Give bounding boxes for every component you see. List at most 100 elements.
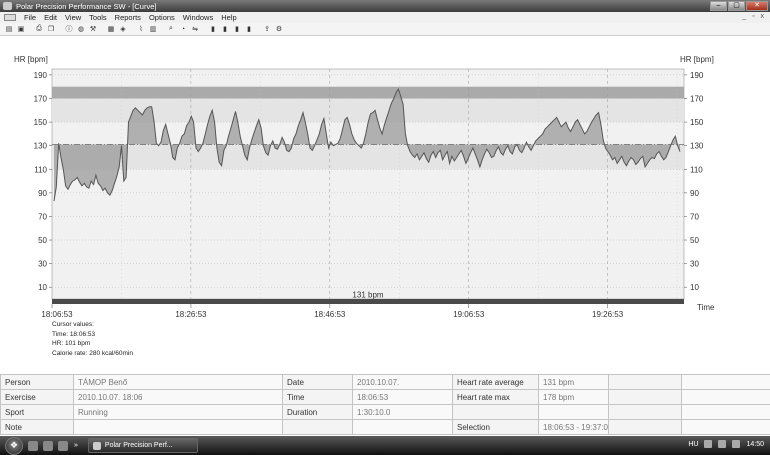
curve-panel: 131 bpm 10 10 30 30 50 50 70 70 90 90 110 110 130 130 1… <box>0 37 770 369</box>
compare-icon[interactable]: ⇋ <box>190 25 200 34</box>
bar-chart2-icon[interactable]: ▮ <box>220 25 230 34</box>
info-value[interactable] <box>73 419 283 435</box>
taskbar-app-button[interactable]: Polar Precision Perf... <box>87 438 198 453</box>
info-value[interactable] <box>352 419 453 435</box>
info-label: Date <box>282 374 353 390</box>
menu-help[interactable]: Help <box>217 13 240 22</box>
window-controls: – ▢ ✕ <box>710 1 768 11</box>
info-row: Person TÁMOP Benő Date 2010.10.07. Heart rat… <box>0 374 770 390</box>
info-label: Selection <box>452 419 539 435</box>
info-value[interactable] <box>681 404 770 420</box>
save-icon[interactable]: ▣ <box>16 25 26 34</box>
hr-chart[interactable]: 131 bpm 10 10 30 30 50 50 70 70 90 90 110 110 130 130 1… <box>0 37 770 337</box>
mdi-window-controls[interactable]: _ ▫ x <box>742 13 766 20</box>
browser-icon[interactable] <box>58 440 68 451</box>
toolbar: ▤ ▣ ⎙ ❐ ⓘ ◍ ⚒ ▦ ◈ ⌇ ▥ ⌕ ◔ ⇋ ▮ ▮ ▮ ▮ ⇪ ⚙ <box>0 23 770 36</box>
info-label <box>608 419 682 435</box>
open-icon[interactable]: ▤ <box>4 25 14 34</box>
curve-icon[interactable]: ⌇ <box>136 25 146 34</box>
quicklaunch-chevron-icon[interactable]: » <box>74 442 78 449</box>
explorer-icon[interactable] <box>43 440 53 451</box>
info-value[interactable] <box>538 404 609 420</box>
cursor-time: Time: 18:06:53 <box>52 330 96 338</box>
info-value[interactable]: 131 bpm <box>538 374 609 390</box>
tools-icon[interactable]: ⚒ <box>88 25 98 34</box>
x-tick-label: 18:26:53 <box>175 310 207 319</box>
minimize-button[interactable]: – <box>710 1 727 11</box>
y-tick-left: 130 <box>34 142 48 151</box>
x-tick-label: 19:26:53 <box>592 310 624 319</box>
info-value[interactable]: 18:06:53 - 19:37:03 (1:30:10.0) <box>538 419 609 435</box>
y-tick-left: 110 <box>34 165 47 174</box>
bar-chart3-icon[interactable]: ▮ <box>232 25 242 34</box>
tray-network-icon[interactable] <box>704 440 713 448</box>
info-value[interactable]: Running <box>73 404 283 420</box>
y-tick-right: 70 <box>690 212 699 221</box>
info-row: Note Selection18:06:53 - 19:37:03 (1:30:1… <box>0 419 770 435</box>
copy-icon[interactable]: ❐ <box>46 25 56 34</box>
table-icon[interactable]: ▥ <box>148 25 158 34</box>
y-tick-left: 150 <box>34 118 48 127</box>
menu-reports[interactable]: Reports <box>111 13 145 22</box>
menu-windows[interactable]: Windows <box>179 13 217 22</box>
cursor-calorie-rate: Calorie rate: 280 kcal/60min <box>52 349 133 357</box>
menu-file[interactable]: File <box>20 13 40 22</box>
info-icon[interactable]: ⓘ <box>64 25 74 34</box>
info-value[interactable]: 2010.10.07. 18:06 <box>73 389 283 405</box>
bar-chart-icon[interactable]: ▮ <box>208 25 218 34</box>
export-icon[interactable]: ⇪ <box>262 25 272 34</box>
document-icon[interactable] <box>4 14 16 21</box>
calendar-icon[interactable]: ▦ <box>106 25 116 34</box>
menu-view[interactable]: View <box>61 13 85 22</box>
zoom-icon[interactable]: ⌕ <box>166 25 176 34</box>
language-indicator[interactable]: HU <box>688 441 698 448</box>
y-tick-right: 150 <box>690 118 704 127</box>
info-label <box>452 404 539 420</box>
y-tick-right: 110 <box>690 165 703 174</box>
bar-chart4-icon[interactable]: ▮ <box>244 25 254 34</box>
info-value[interactable]: 178 bpm <box>538 389 609 405</box>
info-label: Time <box>282 389 353 405</box>
cursor-values: Cursor values: Time: 18:06:53 HR: 101 bp… <box>52 320 133 358</box>
info-value[interactable] <box>681 419 770 435</box>
tray-volume-icon[interactable] <box>718 440 727 448</box>
info-value[interactable]: 1:30:10.0 <box>352 404 453 420</box>
cursor-bar[interactable] <box>52 299 684 304</box>
exercise-info-table: Person TÁMOP Benő Date 2010.10.07. Heart rat… <box>0 374 770 435</box>
info-value[interactable]: 2010.10.07. <box>352 374 453 390</box>
close-button[interactable]: ✕ <box>746 1 768 11</box>
info-value[interactable] <box>681 374 770 390</box>
print-icon[interactable]: ⎙ <box>34 25 44 34</box>
info-value[interactable]: TÁMOP Benő <box>73 374 283 390</box>
globe-icon[interactable]: ◍ <box>76 25 86 34</box>
settings-icon[interactable]: ⚙ <box>274 25 284 34</box>
menu-edit[interactable]: Edit <box>40 13 61 22</box>
info-value[interactable] <box>681 389 770 405</box>
menu-options[interactable]: Options <box>145 13 179 22</box>
cursor-hr: HR: 101 bpm <box>52 340 91 347</box>
maximize-button[interactable]: ▢ <box>728 1 745 11</box>
menu-tools[interactable]: Tools <box>85 13 111 22</box>
view-icon[interactable]: ◈ <box>118 25 128 34</box>
start-button[interactable]: ❖ <box>5 436 23 455</box>
info-label: Heart rate average <box>452 374 539 390</box>
y-tick-left: 90 <box>38 189 47 198</box>
clock[interactable]: 14:50 <box>746 441 764 448</box>
y-tick-right: 170 <box>690 94 704 103</box>
y-tick-right: 190 <box>690 71 704 80</box>
info-label <box>282 419 353 435</box>
analyze-icon[interactable]: ◔ <box>178 25 188 34</box>
show-desktop-icon[interactable] <box>28 440 38 451</box>
info-label: Heart rate max <box>452 389 539 405</box>
cursor-values-header: Cursor values: <box>52 321 94 328</box>
x-tick-label: 19:06:53 <box>453 310 485 319</box>
app-icon <box>3 2 12 10</box>
y-tick-left: 10 <box>38 283 47 292</box>
x-tick-label: 18:46:53 <box>314 310 346 319</box>
y-axis-label-right: HR [bpm] <box>680 55 714 64</box>
info-label: Person <box>0 374 74 390</box>
info-value[interactable]: 18:06:53 <box>352 389 453 405</box>
y-tick-right: 30 <box>690 260 699 269</box>
y-tick-right: 130 <box>690 142 704 151</box>
tray-power-icon[interactable] <box>732 440 741 448</box>
